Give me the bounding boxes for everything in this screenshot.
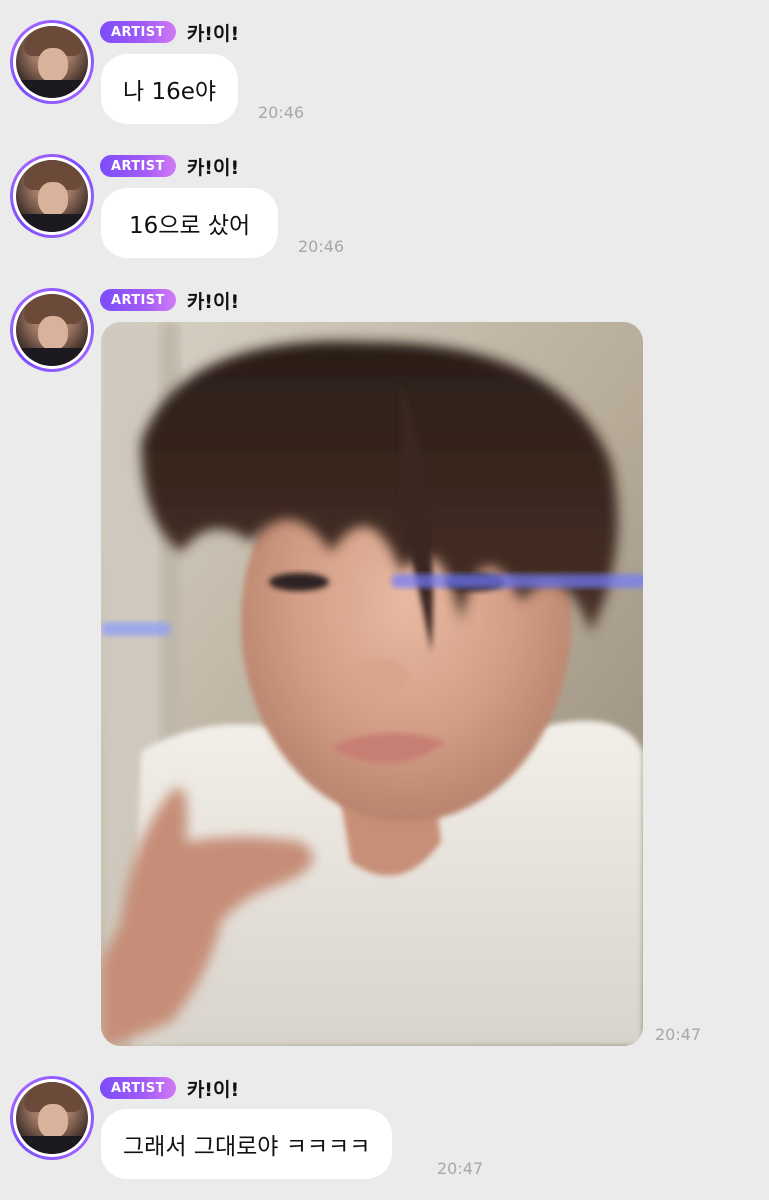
message-bubble[interactable]: 16으로 샀어: [101, 188, 279, 258]
sender-name[interactable]: 카!이!: [187, 287, 239, 314]
avatar[interactable]: [10, 154, 94, 238]
message-bubble[interactable]: 그래서 그대로야 ㅋㅋㅋㅋ: [101, 1109, 393, 1179]
timestamp: 20:47: [655, 1025, 702, 1044]
selfie-photo[interactable]: [101, 322, 643, 1046]
sender-name[interactable]: 카!이!: [187, 1075, 239, 1102]
avatar[interactable]: [10, 1076, 94, 1160]
avatar[interactable]: [10, 288, 94, 372]
artist-badge: ARTIST: [100, 289, 176, 311]
sender-name[interactable]: 카!이!: [187, 19, 239, 46]
avatar-photo: [16, 160, 88, 232]
timestamp: 20:46: [258, 103, 305, 122]
artist-badge: ARTIST: [100, 21, 176, 43]
avatar-photo: [16, 26, 88, 98]
sender-name[interactable]: 카!이!: [187, 153, 239, 180]
timestamp: 20:46: [298, 237, 345, 256]
timestamp: 20:47: [437, 1159, 484, 1178]
avatar-photo: [16, 1082, 88, 1154]
avatar-photo: [16, 294, 88, 366]
message-header: ARTIST 카!이!: [100, 1075, 239, 1102]
message-header: ARTIST 카!이!: [100, 287, 239, 314]
message-bubble[interactable]: 나 16e야: [101, 54, 239, 124]
message-header: ARTIST 카!이!: [100, 19, 239, 46]
photo-image: [101, 322, 643, 1046]
avatar[interactable]: [10, 20, 94, 104]
artist-badge: ARTIST: [100, 155, 176, 177]
artist-badge: ARTIST: [100, 1077, 176, 1099]
message-header: ARTIST 카!이!: [100, 153, 239, 180]
